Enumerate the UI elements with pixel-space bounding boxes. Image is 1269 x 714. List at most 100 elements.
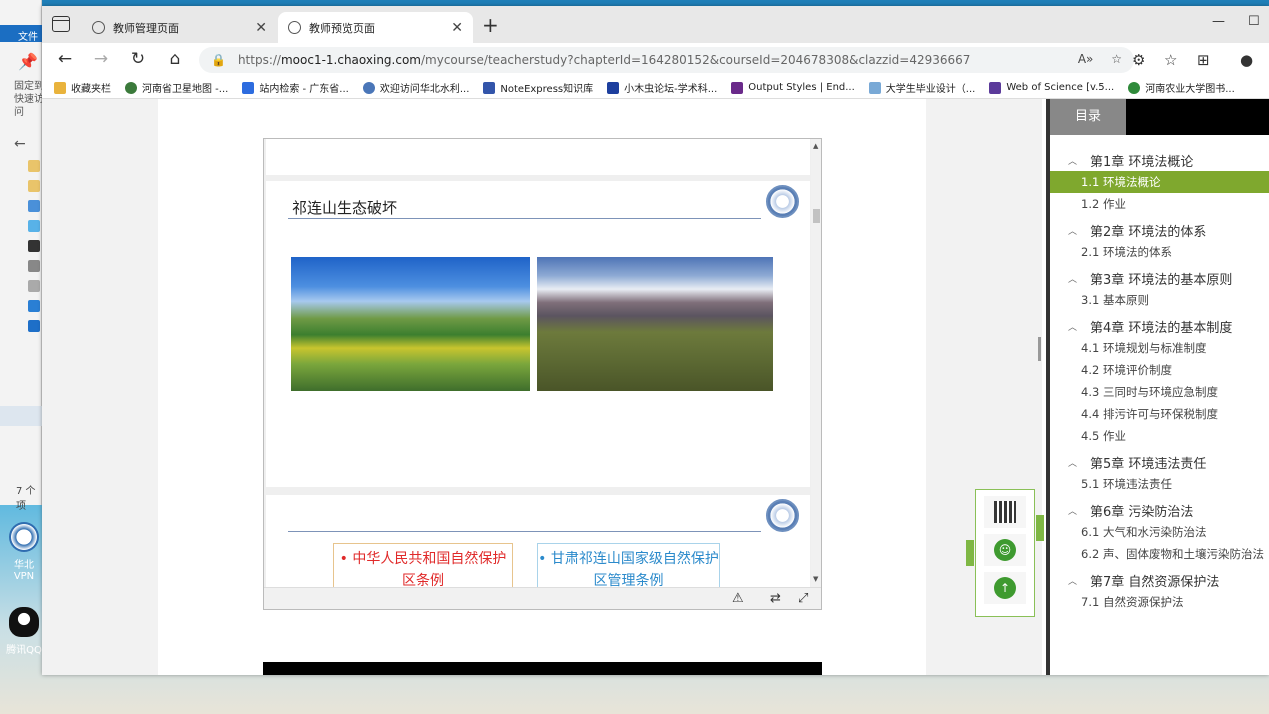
maximize-icon[interactable]: ☐ <box>1248 14 1260 29</box>
favorite-item[interactable]: Output Styles | End... <box>731 81 855 94</box>
desktop-icon-vpn[interactable]: 华北VPN <box>4 522 44 582</box>
site-icon <box>1128 81 1141 94</box>
chapter-6[interactable]: ︿ 第6章 污染防治法 <box>1050 499 1269 521</box>
viewer-toolbar: ⚠ ⇄ ⤢ <box>264 587 821 609</box>
section-4-4[interactable]: 4.4 排污许可与环保税制度 <box>1050 403 1269 425</box>
section-2-1[interactable]: 2.1 环境法的体系 <box>1050 241 1269 263</box>
panel-expand-handle[interactable] <box>1036 515 1044 541</box>
scroll-up-icon[interactable]: ▲ <box>813 142 818 150</box>
chapter-4[interactable]: ︿ 第4章 环境法的基本制度 <box>1050 315 1269 337</box>
close-tab-icon[interactable]: ✕ <box>255 20 267 36</box>
tab-teacher-manage[interactable]: 教师管理页面 ✕ <box>82 12 277 43</box>
fullscreen-icon[interactable]: ⤢ <box>798 591 808 606</box>
viewer-scrollbar[interactable]: ▲ ▼ <box>811 139 821 587</box>
favorites-icon[interactable]: ☆ <box>1164 51 1177 69</box>
reload-button[interactable]: ↻ <box>127 49 149 69</box>
chevron-up-icon: ︿ <box>1068 576 1078 587</box>
tab-label: 教师预览页面 <box>309 21 375 35</box>
pin-label: 固定到快速访问 <box>14 81 44 118</box>
minimize-icon[interactable]: — <box>1212 14 1225 29</box>
toc-list: ︿ 第1章 环境法概论 1.1 环境法概论 1.2 作业 ︿ 第2章 环境法的体系 … <box>1050 135 1269 613</box>
globe-icon <box>288 21 301 34</box>
chapter-2[interactable]: ︿ 第2章 环境法的体系 <box>1050 219 1269 241</box>
read-aloud-icon[interactable]: A» <box>1078 52 1094 66</box>
lock-icon[interactable]: 🔒 <box>211 53 226 67</box>
section-3-1[interactable]: 3.1 基本原则 <box>1050 289 1269 311</box>
section-7-1[interactable]: 7.1 自然资源保护法 <box>1050 591 1269 613</box>
favorite-item[interactable]: 收藏夹栏 <box>54 80 111 95</box>
pin-icon[interactable]: 📌 <box>18 52 38 71</box>
section-4-1[interactable]: 4.1 环境规划与标准制度 <box>1050 337 1269 359</box>
favorite-item[interactable]: 小木虫论坛-学术科... <box>607 80 717 95</box>
favorite-star-icon[interactable]: ☆ <box>1111 52 1122 66</box>
profile-avatar-icon[interactable]: ● <box>1240 51 1253 69</box>
section-5-1[interactable]: 5.1 环境违法责任 <box>1050 473 1269 495</box>
new-tab-button[interactable]: + <box>482 13 499 37</box>
document-viewer[interactable]: 祁连山生态破坏 • 中华人民共和国自然保护区条例 • 甘肃祁连山国家级自然保护区… <box>263 138 822 610</box>
home-button[interactable]: ⌂ <box>164 49 186 69</box>
customer-service-button[interactable]: ☺ <box>984 534 1026 566</box>
tab-actions-icon[interactable] <box>52 16 70 32</box>
url-input[interactable]: 🔒 https://mooc1-1.chaoxing.com/mycourse/… <box>199 47 1134 73</box>
collections-icon[interactable]: ⊞ <box>1197 51 1210 69</box>
item-count: 7 个项 <box>16 486 36 512</box>
university-logo-icon <box>766 499 799 532</box>
url-actions: A» ☆ <box>1064 52 1122 66</box>
site-icon <box>483 81 496 94</box>
chapter-7[interactable]: ︿ 第7章 自然资源保护法 <box>1050 569 1269 591</box>
section-4-5[interactable]: 4.5 作业 <box>1050 425 1269 447</box>
back-arrow-icon[interactable]: ← <box>14 136 26 152</box>
back-to-top-button[interactable]: ↑ <box>984 572 1026 604</box>
favorite-item[interactable]: NoteExpress知识库 <box>483 80 593 95</box>
section-6-2[interactable]: 6.2 声、固体废物和土壤污染防治法 <box>1050 543 1269 565</box>
explorer-menu[interactable]: 文件 <box>0 25 42 43</box>
swap-icon[interactable]: ⇄ <box>770 591 781 606</box>
section-4-3[interactable]: 4.3 三同时与环境应急制度 <box>1050 381 1269 403</box>
globe-icon <box>125 81 137 94</box>
favorite-item[interactable]: 河南省卫星地图 -... <box>125 80 228 95</box>
desktop-icon-qq[interactable]: 腾讯QQ <box>4 607 44 656</box>
table-of-contents: 目录 ︿ 第1章 环境法概论 1.1 环境法概论 1.2 作业 ︿ 第2章 环境法的… <box>1046 99 1269 675</box>
site-icon <box>362 81 375 94</box>
favorite-item[interactable]: 站内检索 - 广东省... <box>242 80 349 95</box>
favorite-item[interactable]: 欢迎访问华北水利... <box>362 80 469 95</box>
section-1-1[interactable]: 1.1 环境法概论 <box>1050 171 1269 193</box>
qr-code-button[interactable] <box>984 496 1026 528</box>
favorite-item[interactable]: 河南农业大学图书... <box>1128 80 1235 95</box>
site-icon <box>989 81 1002 94</box>
section-4-2[interactable]: 4.2 环境评价制度 <box>1050 359 1269 381</box>
panel-collapse-handle[interactable] <box>966 540 974 566</box>
site-icon <box>242 81 255 94</box>
globe-icon <box>92 21 105 34</box>
close-tab-icon[interactable]: ✕ <box>451 20 463 36</box>
scroll-thumb[interactable] <box>813 209 820 223</box>
section-6-1[interactable]: 6.1 大气和水污染防治法 <box>1050 521 1269 543</box>
back-button[interactable]: ← <box>54 49 76 69</box>
qr-code-icon <box>994 501 1016 523</box>
explorer-selected-row[interactable] <box>0 406 42 426</box>
favorite-item[interactable]: 大学生毕业设计（... <box>868 80 975 95</box>
file-explorer-window: 文件 📌 固定到快速访问 ← 7 个项 <box>0 0 44 512</box>
toc-header: 目录 <box>1050 99 1269 135</box>
section-1-2[interactable]: 1.2 作业 <box>1050 193 1269 215</box>
next-media-block <box>263 662 822 675</box>
chapter-1[interactable]: ︿ 第1章 环境法概论 <box>1050 149 1269 171</box>
favorite-item[interactable]: Web of Science [v.5... <box>989 81 1114 94</box>
scroll-down-icon[interactable]: ▼ <box>813 575 818 583</box>
chapter-3[interactable]: ︿ 第3章 环境法的基本原则 <box>1050 267 1269 289</box>
site-icon <box>868 81 881 94</box>
sidebar-resize-handle[interactable] <box>1038 337 1041 361</box>
forward-button[interactable]: → <box>90 49 112 69</box>
toc-tab[interactable]: 目录 <box>1050 99 1126 135</box>
chapter-5[interactable]: ︿ 第5章 环境违法责任 <box>1050 451 1269 473</box>
headset-icon: ☺ <box>994 539 1016 561</box>
report-warning-icon[interactable]: ⚠ <box>732 591 744 606</box>
address-bar: ← → ↻ ⌂ 🔒 https://mooc1-1.chaoxing.com/m… <box>42 43 1269 77</box>
extensions-icon[interactable]: ⚙ <box>1132 51 1145 69</box>
tab-teacher-preview[interactable]: 教师预览页面 ✕ <box>278 12 473 43</box>
desktop-icon-label: 腾讯QQ <box>6 645 42 656</box>
favorites-bar: 收藏夹栏 河南省卫星地图 -... 站内检索 - 广东省... 欢迎访问华北水利… <box>42 77 1269 99</box>
chevron-up-icon: ︿ <box>1068 458 1078 469</box>
page-margin-left <box>42 99 158 675</box>
qq-penguin-icon <box>9 607 39 637</box>
